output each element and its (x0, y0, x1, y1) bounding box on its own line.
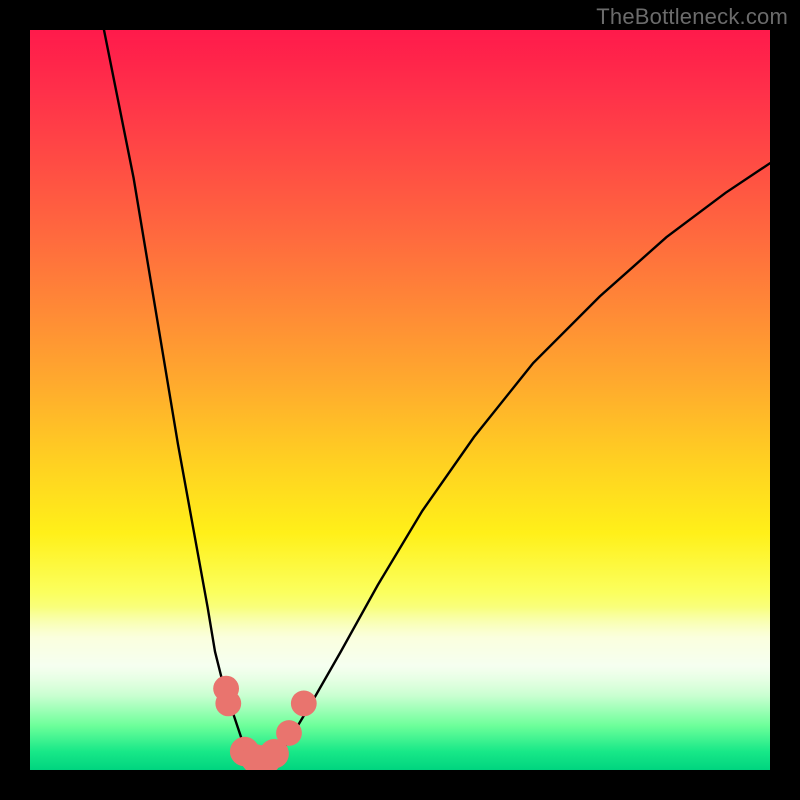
curve-right-branch (274, 163, 770, 762)
right-dot-upper (291, 691, 317, 717)
curve-layer (30, 30, 770, 770)
stage: TheBottleneck.com (0, 0, 800, 800)
marker-dots (213, 676, 316, 770)
right-dot-lower (276, 720, 302, 746)
plot-area (30, 30, 770, 770)
curve-left-branch (104, 30, 252, 763)
watermark-text: TheBottleneck.com (596, 4, 788, 30)
left-dot-lower (215, 691, 241, 717)
